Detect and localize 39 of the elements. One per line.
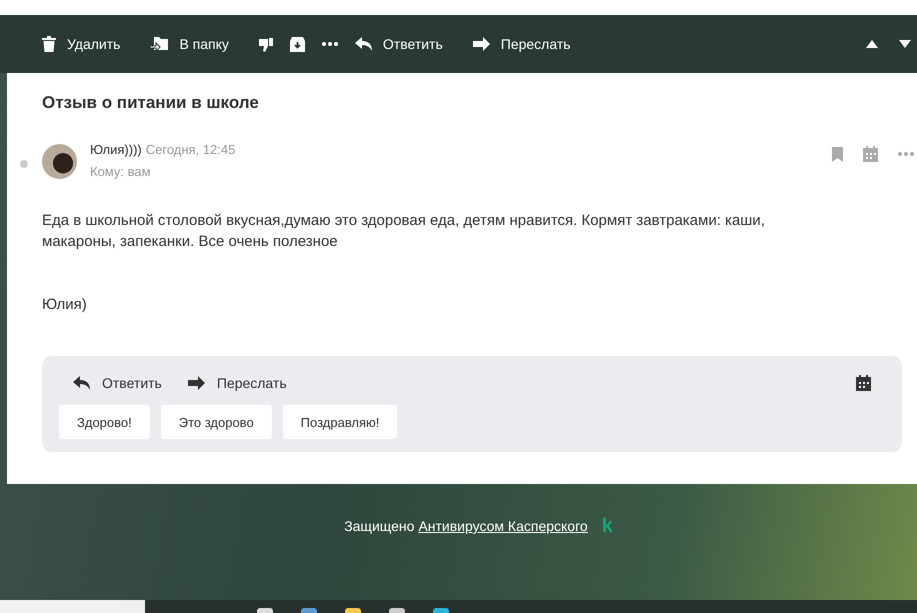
reply-arrow-icon: [354, 37, 372, 51]
quick-reply-button[interactable]: Поздравляю!: [282, 405, 398, 439]
previous-arrow-icon[interactable]: [866, 40, 878, 48]
forward-button[interactable]: Переслать: [188, 375, 287, 391]
antivirus-logo: k: [602, 514, 613, 538]
quick-reply-button[interactable]: Здорово!: [59, 405, 150, 439]
more-dots-icon: [322, 42, 338, 46]
forward-arrow-icon: [188, 376, 205, 390]
move-to-folder-button[interactable]: В папку: [150, 29, 229, 59]
message-subject: Отзыв о питании в школе: [42, 93, 260, 113]
recipient-label: Кому:: [90, 164, 124, 179]
archive-box-icon: [290, 36, 305, 52]
forward-arrow-icon: [472, 37, 490, 51]
forward-button[interactable]: Переслать: [472, 29, 571, 59]
message-paragraph: Еда в школьной столовой вкусная,думаю это здоровая еда, детям нравится. Кормят завтраками: каши, макароны, запеканки. Все очень полезное: [42, 211, 766, 252]
antivirus-link[interactable]: Антивирусом Касперского: [418, 518, 588, 534]
message-date: Сегодня, 12:45: [146, 142, 236, 157]
sender-name[interactable]: Юлия)))): [90, 142, 142, 157]
calendar-icon[interactable]: [856, 375, 871, 391]
read-status-dot[interactable]: [20, 160, 28, 168]
delete-button[interactable]: Удалить: [42, 29, 120, 59]
quick-reply-button[interactable]: Это здорово: [160, 405, 272, 439]
message-paragraph: Юлия): [42, 295, 88, 315]
trash-icon: [42, 36, 56, 52]
taskbar-app-icon[interactable]: [345, 608, 361, 613]
more-dots-icon[interactable]: [898, 152, 914, 156]
folder-move-icon: [150, 36, 168, 52]
reply-button[interactable]: Ответить: [73, 375, 162, 391]
next-arrow-icon[interactable]: [899, 40, 911, 48]
taskbar-app-icon[interactable]: [257, 608, 273, 613]
taskbar-app-icon[interactable]: [389, 608, 405, 613]
thumbs-down-icon: [258, 36, 273, 52]
protection-text: Защищено: [344, 518, 414, 534]
recipient-name: вам: [128, 164, 151, 179]
reply-arrow-icon: [73, 376, 90, 390]
reply-button[interactable]: Ответить: [354, 29, 443, 59]
avatar-circle: [42, 144, 77, 179]
taskbar-app-icon[interactable]: [433, 608, 449, 613]
taskbar-app-icon[interactable]: [301, 608, 317, 613]
